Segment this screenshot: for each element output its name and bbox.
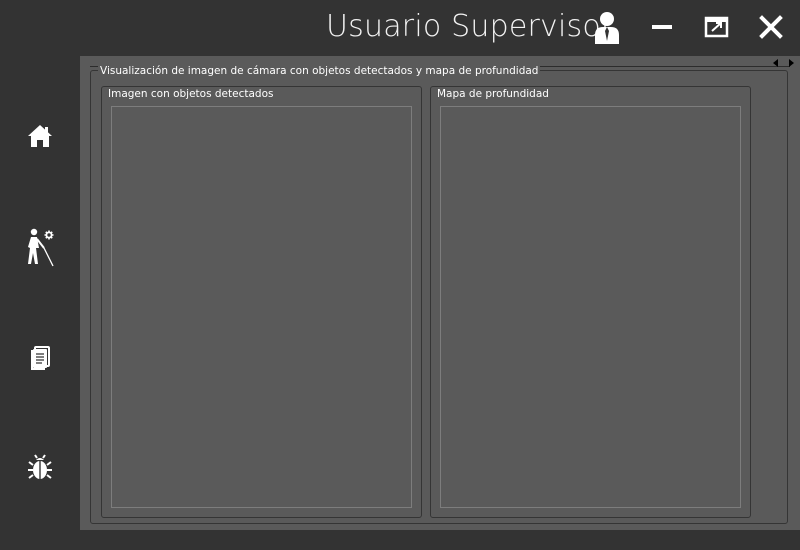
sidebar-item-navigation[interactable] [22,226,58,270]
minimize-button[interactable] [648,12,678,42]
sidebar-item-documents[interactable] [22,340,58,376]
close-button[interactable] [756,12,786,42]
detected-objects-panel: Imagen con objetos detectados [101,86,422,518]
main-content: Visualización de imagen de cámara con ob… [80,56,800,530]
title-bar: Usuario Supervisor [0,0,800,56]
sidebar [0,56,80,550]
tab-scroll-left-button[interactable] [769,57,783,69]
depth-map-title: Mapa de profundidad [437,88,549,100]
detected-objects-title: Imagen con objetos detectados [108,88,274,100]
minimize-icon [652,25,672,29]
sidebar-item-home[interactable] [22,118,58,154]
arrow-left-icon [773,59,778,67]
depth-map-panel: Mapa de profundidad [430,86,751,518]
close-icon [759,15,783,39]
sidebar-item-debug[interactable] [22,450,58,486]
blind-person-gear-icon [28,228,54,267]
detected-objects-image [111,106,412,508]
group-title: Visualización de imagen de cámara con ob… [98,65,541,77]
maximize-button[interactable] [702,12,732,42]
document-icon [31,346,50,370]
camera-visualization-group: Visualización de imagen de cámara con ob… [90,65,788,524]
home-icon [28,125,52,147]
tab-scroll-right-button[interactable] [784,57,798,69]
arrow-right-icon [789,59,794,67]
window-title: Usuario Supervisor [326,9,614,44]
tab-scroll-buttons [768,56,800,69]
depth-map-image [440,106,741,508]
maximize-icon [704,16,729,38]
user-icon[interactable] [592,11,622,45]
bug-icon [28,454,52,479]
